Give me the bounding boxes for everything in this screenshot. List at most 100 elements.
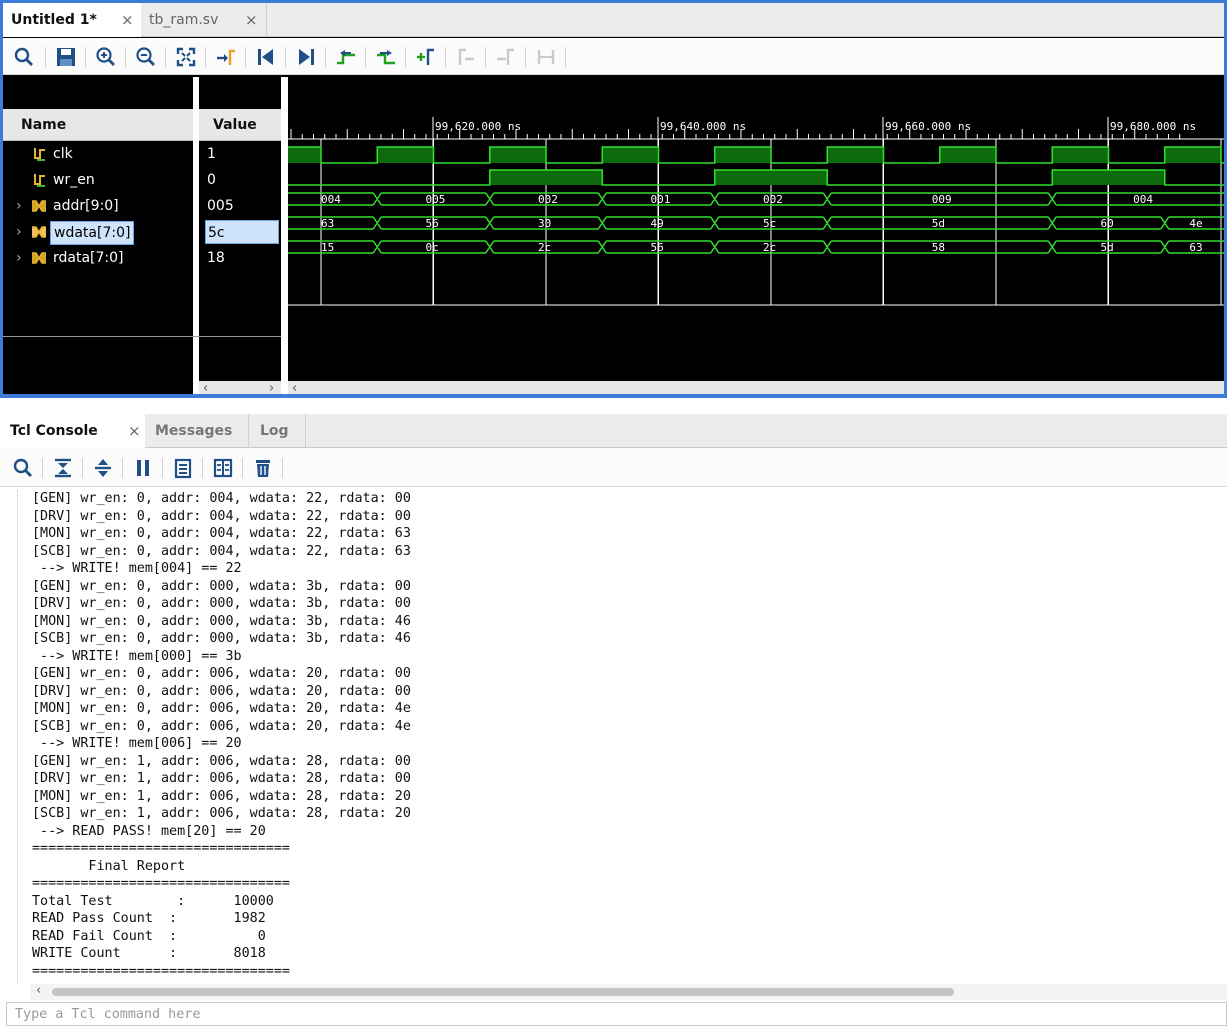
tab-messages[interactable]: Messages [145,414,249,448]
signal-name: clk [53,146,73,162]
console-line: ================================ [32,876,290,891]
console-line: [GEN] wr_en: 0, addr: 006, wdata: 20, rd… [32,666,411,681]
signal-value: 0 [207,172,216,188]
console-line: [DRV] wr_en: 0, addr: 006, wdata: 20, rd… [32,683,411,699]
bit-signal-icon [34,148,45,161]
rdata-value-label: 2c [763,241,776,254]
search-icon[interactable] [13,46,35,68]
console-line: [DRV] wr_en: 1, addr: 006, wdata: 28, rd… [32,771,411,786]
bit-signal-icon [34,174,45,187]
scroll-right-icon[interactable]: › [269,381,274,394]
go-to-time-0-icon[interactable] [255,46,277,68]
addr-value-label: 004 [321,193,341,206]
signal-name: wr_en [53,172,95,188]
signal-value: 1 [207,146,216,162]
add-marker-icon[interactable] [415,46,437,68]
pause-icon[interactable] [132,457,154,479]
tab-label: tb_ram.sv [149,12,219,28]
expand-all-icon[interactable] [92,457,114,479]
signal-value: 18 [207,250,225,266]
scroll-left-icon[interactable]: ‹ [203,381,208,394]
rdata-value-label: 15 [321,241,334,254]
name-scroll: ‹ › [199,381,281,394]
scroll-left-icon[interactable]: ‹ [36,983,41,998]
console-line: [MON] wr_en: 0, addr: 004, wdata: 22, rd… [32,526,411,541]
console-line: READ Fail Count : 0 [32,928,266,944]
tab-tcl-console[interactable]: Tcl Console × [0,414,145,448]
console-line: [SCB] wr_en: 0, addr: 006, wdata: 20, rd… [32,718,411,734]
signal-value: 005 [207,198,234,214]
rdata-value-label: 2c [538,241,551,254]
addr-value-label: 009 [932,193,952,206]
tab-tb-ram[interactable]: tb_ram.sv × [141,3,267,37]
console-line: [GEN] wr_en: 1, addr: 006, wdata: 28, rd… [32,753,411,769]
rdata-value-label: 56 [651,241,664,254]
tab-label: Tcl Console [10,423,98,439]
console-line: WRITE Count : 8018 [32,946,266,961]
console-tab-bar: Tcl Console × Messages Log [0,414,1227,448]
pane-separator [3,336,281,337]
scrollbar-thumb[interactable] [52,988,954,996]
addr-value-label: 004 [1133,193,1153,206]
next-transition-icon[interactable] [375,46,397,68]
close-tab-icon[interactable]: × [128,414,141,448]
clk-high-fill [377,147,434,163]
signal-row-rdata[interactable]: › rdata[7:0] [3,245,193,271]
console-toolbar [0,449,1227,487]
signal-row-addr[interactable]: › addr[9:0] [3,193,193,219]
columns-icon[interactable] [212,457,234,479]
bus-signal-icon [32,252,46,264]
tcl-command-input[interactable] [6,1002,1227,1026]
rdata-value-label: 63 [1189,241,1202,254]
time-label: 99,620.000 ns [435,120,521,133]
console-line: [SCB] wr_en: 0, addr: 004, wdata: 22, rd… [32,543,411,559]
previous-transition-icon[interactable] [335,46,357,68]
swap-cursors-icon [537,50,555,64]
console-line: --> READ PASS! mem[20] == 20 [32,823,266,839]
console-line: [DRV] wr_en: 0, addr: 000, wdata: 3b, rd… [32,596,411,611]
value-column-header[interactable]: Value [199,109,281,141]
clk-high-fill [1164,147,1221,163]
console-line: --> WRITE! mem[000] == 3b [32,648,242,664]
wdata-value-label: 5c [763,217,776,230]
console-line: --> WRITE! mem[006] == 20 [32,736,242,751]
console-line: Total Test : 10000 [32,893,274,909]
save-icon[interactable] [55,46,77,68]
zoom-in-icon[interactable] [95,46,117,68]
zoom-out-icon[interactable] [135,46,157,68]
signal-row-wdata[interactable]: › wdata[7:0] [3,219,193,245]
expand-chevron-icon[interactable]: › [16,193,22,219]
bus-signal-icon [32,200,46,212]
waveform-canvas[interactable]: 99,620.000 ns 99,640.000 ns 99,660.000 ns 9… [288,77,1227,381]
signal-row-wr-en[interactable]: wr_en [3,167,193,193]
console-line: [SCB] wr_en: 1, addr: 006, wdata: 28, rd… [32,806,411,821]
scroll-left-icon[interactable]: ‹ [292,381,297,394]
name-column-header[interactable]: Name [3,109,193,141]
signal-row-clk[interactable]: clk [3,141,193,167]
collapse-all-icon[interactable] [52,457,74,479]
clk-high-fill [489,147,546,163]
go-to-last-time-icon[interactable] [295,46,317,68]
close-tab-icon[interactable]: × [121,3,134,37]
search-icon[interactable] [12,457,34,479]
signal-value-selected[interactable]: 5c [205,220,279,244]
expand-chevron-icon[interactable]: › [16,219,22,245]
close-tab-icon[interactable]: × [245,3,258,37]
signal-name: addr[9:0] [53,198,119,214]
clear-icon[interactable] [252,457,274,479]
wdata-value-label: 49 [651,217,664,230]
console-horizontal-scrollbar[interactable]: ‹ [30,983,1227,1000]
go-to-cursor-icon[interactable] [215,46,237,68]
wr-en-high-fill [1052,170,1165,185]
copy-icon[interactable] [172,457,194,479]
log-gutter [17,490,18,984]
expand-chevron-icon[interactable]: › [16,245,22,271]
addr-value-label: 001 [651,193,671,206]
wave-scroll: ‹ [288,381,1224,394]
zoom-fit-icon[interactable] [175,46,197,68]
tab-log[interactable]: Log [250,414,306,448]
pane-divider[interactable] [281,77,288,394]
clk-high-fill [288,147,321,163]
next-marker-icon [497,48,514,65]
tab-untitled-1[interactable]: Untitled 1* × [3,3,141,37]
